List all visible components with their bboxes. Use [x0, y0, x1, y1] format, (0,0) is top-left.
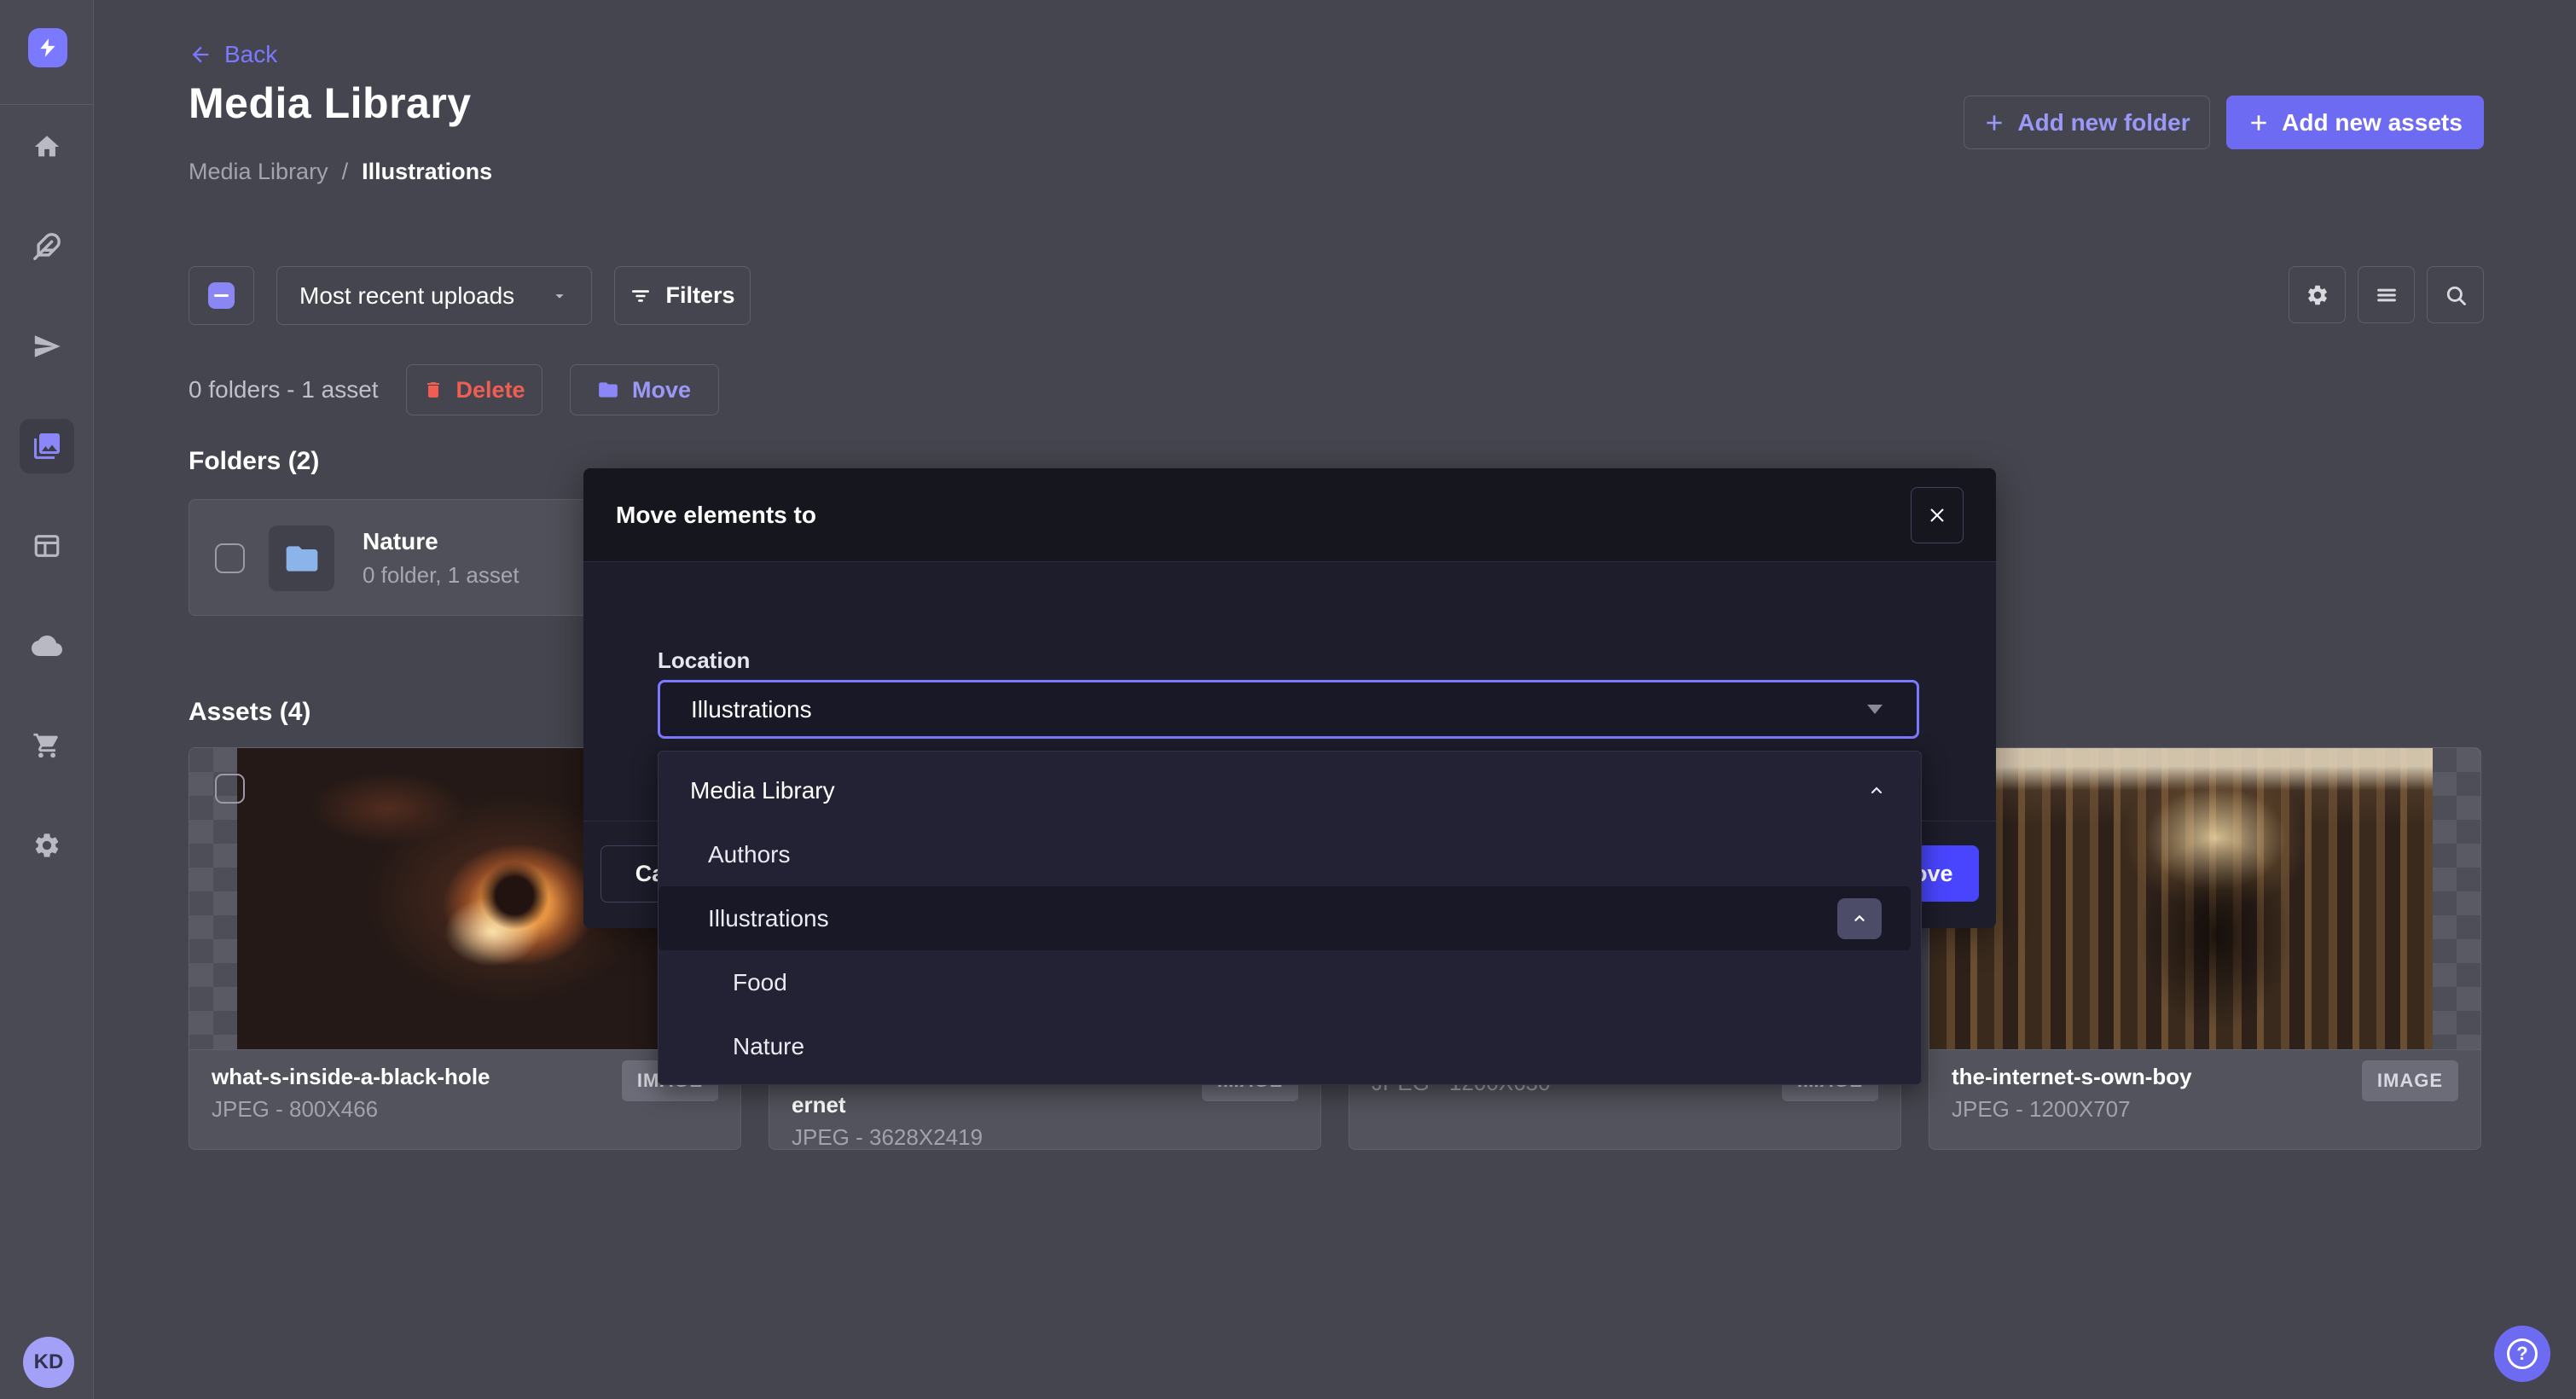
asset-card-internet-own-boy[interactable]: the-internet-s-own-boy JPEG - 1200X707 I…: [1929, 747, 2481, 1150]
tree-item-authors[interactable]: Authors: [659, 822, 1921, 886]
folder-checkbox[interactable]: [215, 543, 245, 573]
collapse-button[interactable]: [1837, 898, 1882, 939]
delete-button[interactable]: Delete: [406, 364, 542, 415]
modal-title: Move elements to: [616, 502, 816, 529]
gear-icon: [32, 831, 61, 860]
strapi-logo-icon[interactable]: [28, 28, 67, 67]
breadcrumb: Media Library / Illustrations: [189, 159, 492, 185]
folders-heading: Folders (2): [189, 447, 319, 476]
chevron-up-icon: [1850, 909, 1869, 928]
modal-header: Move elements to: [583, 468, 1996, 562]
caret-down-icon: [1867, 705, 1883, 714]
question-mark-icon: ?: [2507, 1338, 2538, 1369]
tree-item-label: Food: [733, 969, 787, 996]
folder-meta: 0 folder, 1 asset: [363, 562, 519, 589]
asset-type-badge: IMAGE: [2362, 1060, 2458, 1101]
chevron-up-icon[interactable]: [1866, 781, 1887, 801]
filters-label: Filters: [665, 282, 734, 309]
breadcrumb-root[interactable]: Media Library: [189, 159, 328, 185]
feather-icon: [32, 232, 61, 261]
move-label: Move: [632, 377, 691, 403]
sidebar-item-content-manager[interactable]: [20, 519, 74, 573]
close-icon: [1927, 505, 1947, 525]
sidebar-item-content-type-builder[interactable]: [20, 219, 74, 274]
help-button[interactable]: ?: [2494, 1326, 2550, 1382]
add-new-assets-label: Add new assets: [2282, 109, 2463, 136]
transparency-checker: [2433, 748, 2480, 1049]
sidebar-divider: [0, 104, 94, 105]
tree-item-label: Nature: [733, 1033, 804, 1060]
delete-label: Delete: [456, 377, 525, 403]
assets-heading: Assets (4): [189, 698, 310, 727]
sidebar-item-settings[interactable]: [20, 818, 74, 873]
toolbar: Most recent uploads Filters: [189, 266, 751, 325]
add-new-folder-label: Add new folder: [2017, 109, 2190, 136]
gear-icon: [2306, 283, 2329, 307]
sidebar-item-home[interactable]: [20, 119, 74, 174]
sort-value: Most recent uploads: [299, 282, 514, 310]
tree-item-food[interactable]: Food: [659, 950, 1921, 1014]
cart-icon: [32, 731, 61, 760]
asset-dims: JPEG - 3628X2419: [792, 1124, 1298, 1150]
breadcrumb-current: Illustrations: [362, 159, 492, 185]
cloud-icon: [32, 630, 62, 661]
chevron-down-icon: [550, 287, 569, 305]
folder-icon: [283, 540, 321, 578]
tree-item-label: Media Library: [690, 777, 835, 804]
sort-dropdown[interactable]: Most recent uploads: [276, 266, 592, 325]
location-value: Illustrations: [691, 696, 812, 723]
search-icon: [2444, 283, 2468, 307]
tree-item-illustrations[interactable]: Illustrations: [659, 886, 1911, 950]
folder-thumb: [269, 525, 334, 591]
header-actions: Add new folder Add new assets: [1964, 96, 2484, 149]
images-icon: [32, 431, 62, 461]
add-new-folder-button[interactable]: Add new folder: [1964, 96, 2210, 149]
sidebar-item-marketplace[interactable]: [20, 718, 74, 773]
location-label: Location: [658, 647, 750, 674]
sidebar-nav: [0, 119, 94, 873]
folder-icon: [597, 379, 619, 401]
sidebar-item-cloud[interactable]: [20, 618, 74, 673]
settings-button[interactable]: [2289, 266, 2346, 323]
plus-icon: [1983, 112, 2005, 134]
sidebar: KD: [0, 0, 94, 1399]
selection-summary: 0 folders - 1 asset: [189, 376, 379, 403]
folder-name: Nature: [363, 528, 438, 555]
layout-icon: [32, 531, 61, 560]
location-select[interactable]: Illustrations: [658, 680, 1919, 739]
close-button[interactable]: [1911, 487, 1964, 543]
tree-item-media-library[interactable]: Media Library: [659, 758, 1921, 822]
tree-item-label: Authors: [708, 841, 791, 868]
list-view-button[interactable]: [2358, 266, 2415, 323]
breadcrumb-separator: /: [342, 159, 349, 185]
paper-plane-icon: [32, 332, 61, 361]
plus-icon: [2248, 112, 2270, 134]
checkbox-indeterminate-icon: [208, 282, 235, 309]
tree-item-nature[interactable]: Nature: [659, 1014, 1921, 1078]
tree-item-label: Illustrations: [708, 905, 829, 932]
page-title: Media Library: [189, 78, 472, 128]
filters-button[interactable]: Filters: [614, 266, 751, 325]
avatar[interactable]: KD: [23, 1337, 74, 1388]
select-all-checkbox[interactable]: [189, 266, 254, 325]
add-new-assets-button[interactable]: Add new assets: [2226, 96, 2484, 149]
filter-icon: [629, 285, 652, 307]
asset-meta: the-internet-s-own-boy JPEG - 1200X707 I…: [1929, 1049, 2480, 1150]
sidebar-item-media-library[interactable]: [20, 419, 74, 473]
view-controls: [2289, 266, 2484, 323]
selection-bar: 0 folders - 1 asset Delete Move: [189, 364, 719, 415]
search-button[interactable]: [2427, 266, 2484, 323]
back-link[interactable]: Back: [189, 41, 277, 68]
sidebar-item-deploy[interactable]: [20, 319, 74, 374]
list-icon: [2375, 283, 2399, 307]
location-dropdown: Media Library Authors Illustrations Food…: [658, 751, 1922, 1085]
trash-icon: [423, 380, 444, 400]
asset-checkbox[interactable]: [215, 774, 245, 804]
asset-thumbnail: [1929, 748, 2480, 1049]
move-button[interactable]: Move: [570, 364, 719, 415]
back-label: Back: [224, 41, 277, 68]
arrow-left-icon: [189, 43, 212, 67]
home-icon: [32, 132, 61, 161]
